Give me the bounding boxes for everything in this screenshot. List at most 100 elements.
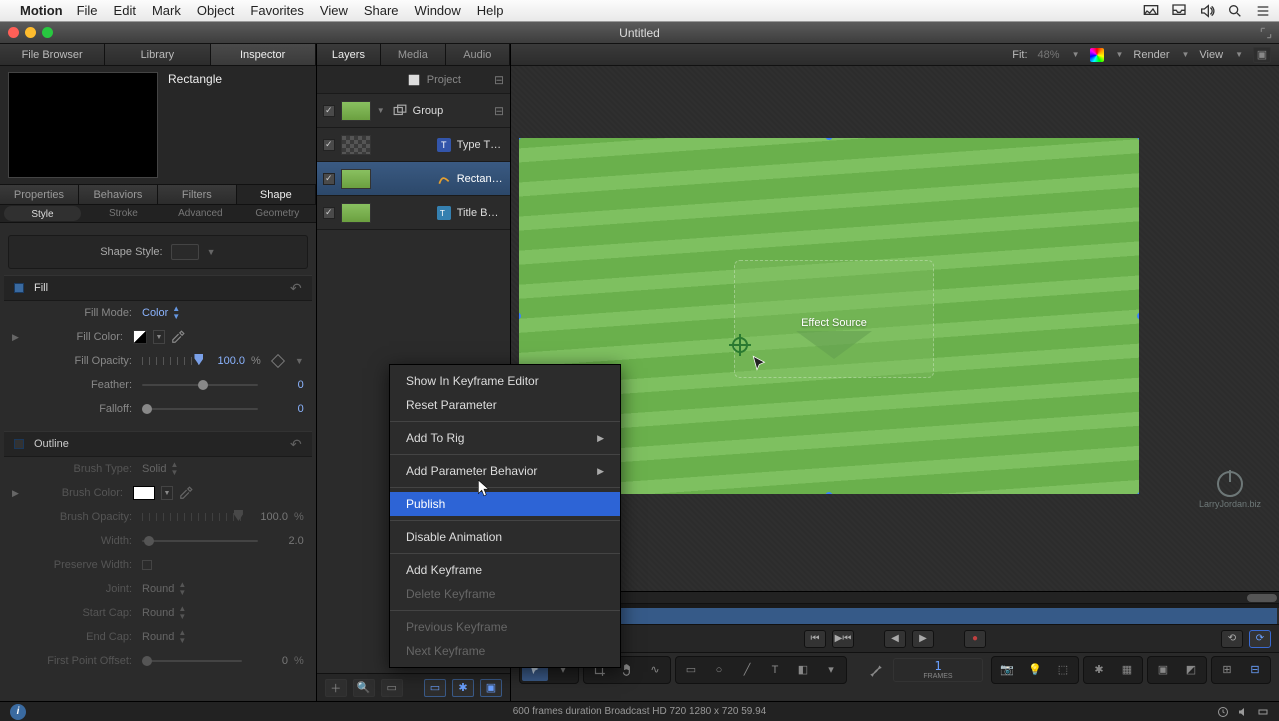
link-icon[interactable]: ⊟: [494, 104, 504, 118]
menu-edit[interactable]: Edit: [114, 3, 136, 18]
volume-icon[interactable]: [1237, 706, 1249, 718]
layer-checkbox[interactable]: ✓: [323, 207, 335, 219]
camera-tool[interactable]: 📷: [994, 659, 1020, 681]
ctx-delete-keyframe[interactable]: Delete Keyframe: [390, 582, 620, 606]
search-icon[interactable]: 🔍: [353, 679, 375, 697]
timing-toggle[interactable]: ⊟: [1242, 659, 1268, 681]
brush-color-dropdown[interactable]: ▼: [161, 486, 173, 500]
eyedropper-icon[interactable]: [171, 330, 185, 344]
layer-group[interactable]: ✓ ▼ Group ⊟: [317, 94, 510, 128]
menu-share[interactable]: Share: [364, 3, 399, 18]
reset-icon[interactable]: ↶: [290, 436, 302, 453]
stack-icon[interactable]: ▣: [480, 679, 502, 697]
feather-value[interactable]: 0: [264, 379, 304, 391]
reset-icon[interactable]: ↶: [290, 280, 302, 297]
first-point-offset-slider[interactable]: [142, 660, 242, 662]
outline-enable-checkbox[interactable]: [14, 439, 24, 449]
fill-color-dropdown[interactable]: ▼: [153, 330, 165, 344]
preserve-width-checkbox[interactable]: [142, 560, 152, 570]
tab-audio[interactable]: Audio: [446, 44, 510, 65]
tab-media[interactable]: Media: [381, 44, 445, 65]
ctx-next-keyframe[interactable]: Next Keyframe: [390, 639, 620, 663]
layer-project[interactable]: Project ⊟: [317, 66, 510, 94]
first-point-offset-value[interactable]: 0: [248, 655, 288, 667]
resize-handle[interactable]: [1137, 313, 1139, 320]
resize-handle[interactable]: [826, 138, 833, 140]
record-button[interactable]: ●: [964, 630, 986, 648]
layer-checkbox[interactable]: ✓: [323, 139, 335, 151]
menu-mark[interactable]: Mark: [152, 3, 181, 18]
subsubtab-geometry[interactable]: Geometry: [239, 205, 316, 222]
outline-section-header[interactable]: Outline ↶: [4, 431, 312, 457]
disclosure-icon[interactable]: ▶: [12, 332, 19, 343]
panel-toggle-icon[interactable]: ▣: [1253, 47, 1271, 63]
subsubtab-advanced[interactable]: Advanced: [162, 205, 239, 222]
fill-section-header[interactable]: Fill ↶: [4, 275, 312, 301]
chevron-down-icon[interactable]: ▼: [1235, 50, 1243, 59]
ctx-disable-animation[interactable]: Disable Animation: [390, 525, 620, 549]
generator-tool[interactable]: ⬚: [1050, 659, 1076, 681]
menu-view[interactable]: View: [320, 3, 348, 18]
hud-tool[interactable]: ◩: [1178, 659, 1204, 681]
layer-checkbox[interactable]: ✓: [323, 105, 335, 117]
tab-library[interactable]: Library: [105, 44, 210, 65]
render-label[interactable]: Render: [1133, 49, 1169, 61]
timeline-toggle-icon[interactable]: ▭: [424, 679, 446, 697]
eyedropper-icon[interactable]: [179, 486, 193, 500]
chevron-down-icon[interactable]: ▼: [1116, 50, 1124, 59]
menu-window[interactable]: Window: [415, 3, 461, 18]
resize-handle[interactable]: [1137, 492, 1139, 494]
layer-item-rectangle[interactable]: ✓ Rectan…: [317, 162, 510, 196]
ctx-publish[interactable]: Publish: [390, 492, 620, 516]
add-layer-button[interactable]: ＋: [325, 679, 347, 697]
width-slider[interactable]: [142, 540, 258, 542]
menu-help[interactable]: Help: [477, 3, 504, 18]
menu-icon[interactable]: [1255, 3, 1271, 19]
frame-icon[interactable]: ▭: [381, 679, 403, 697]
tab-inspector[interactable]: Inspector: [211, 44, 316, 65]
play-button[interactable]: ▶: [912, 630, 934, 648]
clock-icon[interactable]: [1217, 706, 1229, 718]
subtab-properties[interactable]: Properties: [0, 185, 79, 204]
scroll-thumb[interactable]: [1247, 594, 1277, 602]
volume-icon[interactable]: [1199, 3, 1215, 19]
line-tool[interactable]: ╱: [734, 659, 760, 681]
keyframe-diamond-icon[interactable]: [271, 354, 285, 368]
menu-favorites[interactable]: Favorites: [250, 3, 303, 18]
color-channels-icon[interactable]: [1090, 48, 1104, 62]
resize-handle[interactable]: [519, 313, 521, 320]
layer-item-text[interactable]: ✓ T Type T…: [317, 128, 510, 162]
width-value[interactable]: 2.0: [264, 535, 304, 547]
timeline-clip[interactable]: Rectangle: [513, 608, 1277, 624]
tab-file-browser[interactable]: File Browser: [0, 44, 105, 65]
subtab-filters[interactable]: Filters: [158, 185, 237, 204]
edit-points-tool[interactable]: ∿: [642, 659, 668, 681]
brush-color-swatch[interactable]: [133, 486, 155, 500]
light-tool[interactable]: 💡: [1022, 659, 1048, 681]
falloff-slider[interactable]: [142, 408, 258, 410]
chevron-down-icon[interactable]: ▼: [207, 247, 216, 257]
chevron-down-icon[interactable]: ▼: [1072, 50, 1080, 59]
timeline-scrollbar[interactable]: [511, 592, 1279, 604]
ctx-previous-keyframe[interactable]: Previous Keyframe: [390, 615, 620, 639]
start-cap-select[interactable]: Round▲▼: [142, 605, 186, 621]
fill-mode-select[interactable]: Color▲▼: [142, 305, 180, 321]
ctx-add-keyframe[interactable]: Add Keyframe: [390, 558, 620, 582]
ctx-add-parameter-behavior[interactable]: Add Parameter Behavior: [390, 459, 620, 483]
rectangle-tool[interactable]: ▭: [678, 659, 704, 681]
brush-type-select[interactable]: Solid▲▼: [142, 461, 178, 477]
subtab-shape[interactable]: Shape: [237, 185, 316, 204]
layer-checkbox[interactable]: ✓: [323, 173, 335, 185]
gear-icon[interactable]: ✱: [452, 679, 474, 697]
mask-tool[interactable]: ◧: [790, 659, 816, 681]
app-name[interactable]: Motion: [20, 3, 63, 18]
behavior-tool[interactable]: ✱: [1086, 659, 1112, 681]
fill-opacity-slider[interactable]: [142, 357, 199, 365]
ctx-show-keyframe-editor[interactable]: Show In Keyframe Editor: [390, 369, 620, 393]
subtab-behaviors[interactable]: Behaviors: [79, 185, 158, 204]
text-tool[interactable]: T: [762, 659, 788, 681]
group-tool[interactable]: ▣: [1150, 659, 1176, 681]
ram-icon[interactable]: [1257, 706, 1269, 718]
timecode-display[interactable]: 1 FRAMES: [893, 658, 983, 682]
subsubtab-stroke[interactable]: Stroke: [85, 205, 162, 222]
